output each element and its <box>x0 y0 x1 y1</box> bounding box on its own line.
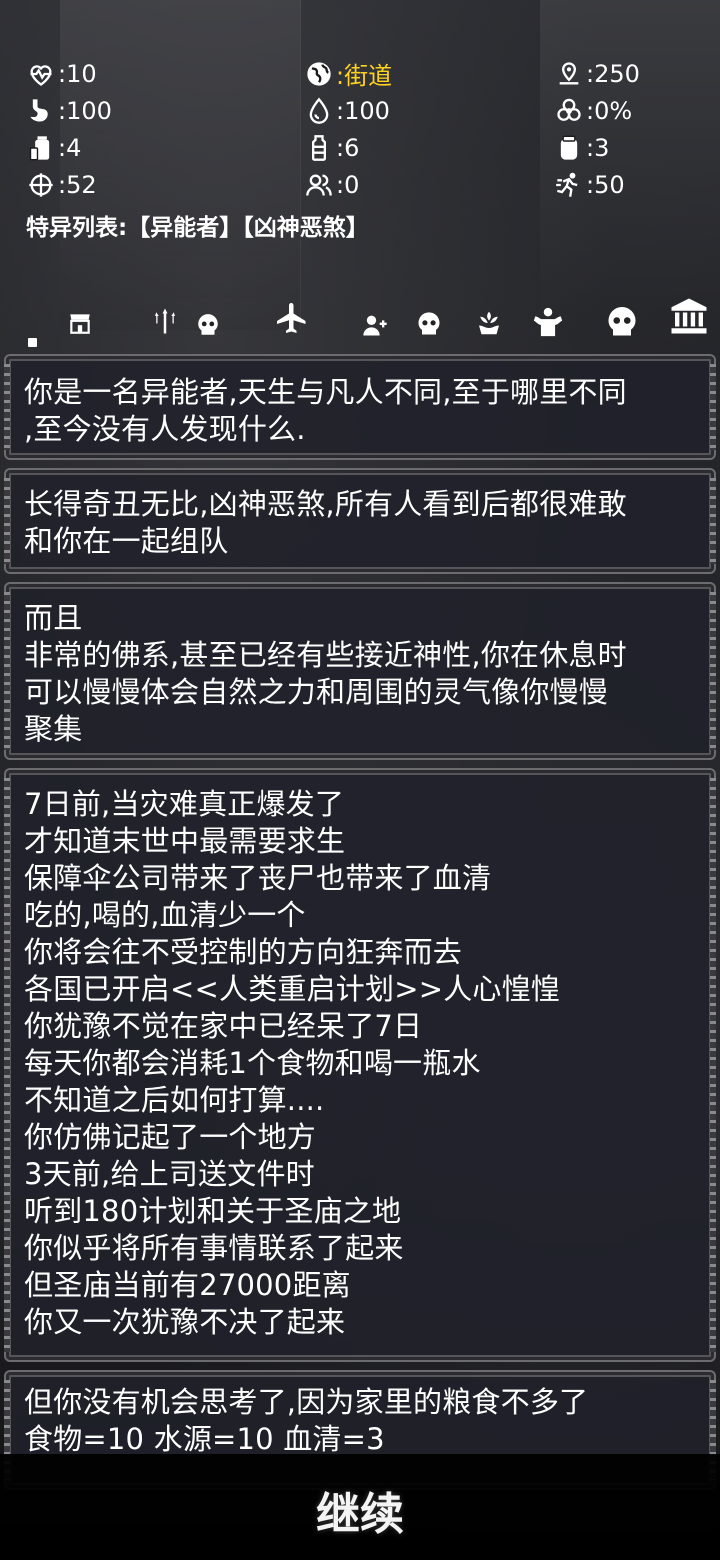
bank-icon[interactable] <box>666 294 712 338</box>
trait-item: 【凶神恶煞】 <box>242 215 369 241</box>
stat-thirst: :100 <box>302 93 552 128</box>
muscle-icon[interactable] <box>528 304 568 340</box>
stat-value: :250 <box>586 59 640 88</box>
map-pin-icon <box>552 59 586 89</box>
shop-icon[interactable] <box>64 308 96 338</box>
story-text: 而且 非常的佛系,甚至已经有些接近神性,你在休息时 可以慢慢体会自然之力和周围的… <box>24 601 627 746</box>
lotus-hands-icon[interactable] <box>472 306 506 340</box>
stat-value: :52 <box>58 170 97 199</box>
bottle-icon <box>302 133 336 163</box>
stat-distance: :250 <box>552 56 702 91</box>
trait-item: 【异能者】 <box>127 215 243 241</box>
stomach-icon <box>24 96 58 126</box>
stat-value: :100 <box>336 96 390 125</box>
biohazard-icon <box>552 96 586 126</box>
globe-icon <box>302 59 336 89</box>
skull-icon[interactable] <box>602 302 642 342</box>
stat-value: :0 <box>336 170 360 199</box>
story-panel: 长得奇丑无比,凶神恶煞,所有人看到后都很难敢 和你在一起组队 <box>4 468 716 574</box>
stat-value: :100 <box>58 96 112 125</box>
story-panel: 7日前,当灾难真正爆发了 才知道末世中最需要求生 保障伞公司带来了丧尸也带来了血… <box>4 768 716 1362</box>
trident-icon[interactable] <box>148 304 182 338</box>
stat-value: :3 <box>586 133 610 162</box>
story-panel: 而且 非常的佛系,甚至已经有些接近神性,你在休息时 可以慢慢体会自然之力和周围的… <box>4 582 716 760</box>
scroll-indicator <box>28 338 37 347</box>
stat-value: :50 <box>586 170 625 199</box>
skull-icon[interactable] <box>412 308 446 340</box>
story-panel: 你是一名异能者,天生与凡人不同,至于哪里不同 ,至今没有人发现什么. <box>4 354 716 460</box>
skull-icon[interactable] <box>192 310 224 340</box>
stats-panel: :10 :街道 :250 :100 :100 :0% :4 :6:3:52 … <box>24 56 704 202</box>
food-can-icon <box>24 133 58 163</box>
stat-health: :10 <box>24 56 302 91</box>
stat-value: :6 <box>336 133 360 162</box>
add-user-icon[interactable] <box>358 310 392 340</box>
stat-value: :0% <box>586 96 633 125</box>
stat-speed: :50 <box>552 167 702 202</box>
stat-value: :4 <box>58 133 82 162</box>
action-toolbar <box>0 292 720 342</box>
stat-accuracy: :52 <box>24 167 302 202</box>
trait-list: 特异列表:【异能者】【凶神恶煞】 <box>26 208 369 242</box>
running-icon <box>552 170 586 200</box>
water-drop-icon <box>302 96 336 126</box>
stat-hunger: :100 <box>24 93 302 128</box>
continue-button[interactable]: 继续 <box>260 1478 460 1542</box>
crosshair-icon <box>24 170 58 200</box>
story-text: 7日前,当灾难真正爆发了 才知道末世中最需要求生 保障伞公司带来了丧尸也带来了血… <box>24 787 560 1339</box>
airplane-icon[interactable] <box>272 298 312 338</box>
trait-list-label: 特异列表: <box>26 215 128 241</box>
stat-companions: :0 <box>302 167 552 202</box>
stat-food: :4 <box>24 130 302 165</box>
stat-infection: :0% <box>552 93 702 128</box>
stat-value: :街道 <box>336 62 393 90</box>
heart-pulse-icon <box>24 59 58 89</box>
story-text: 你是一名异能者,天生与凡人不同,至于哪里不同 ,至今没有人发现什么. <box>24 375 627 446</box>
stat-serum: :3 <box>552 130 702 165</box>
stat-water: :6 <box>302 130 552 165</box>
story-text: 但你没有机会思考了,因为家里的粮食不多了 食物=10 水源=10 血清=3 <box>24 1385 589 1456</box>
serum-jar-icon <box>552 133 586 163</box>
people-icon <box>302 170 336 200</box>
stat-value: :10 <box>58 59 97 88</box>
stat-location: :街道 <box>302 56 552 91</box>
story-text: 长得奇丑无比,凶神恶煞,所有人看到后都很难敢 和你在一起组队 <box>24 487 627 558</box>
